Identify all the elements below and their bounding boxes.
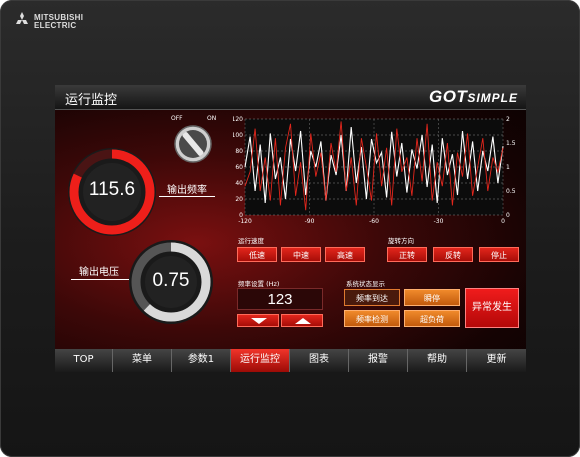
screen-header: 运行监控 GOTSIMPLE [55, 85, 526, 110]
freq-increase-button[interactable] [281, 314, 323, 327]
screen-title: 运行监控 [65, 93, 118, 108]
got-simple-logo: GOTSIMPLE [429, 87, 518, 107]
freq-decrease-button[interactable] [237, 314, 279, 327]
voltage-label: 输出电压 [79, 267, 119, 278]
chart-ytick-right: 2 [506, 116, 510, 123]
freq-set-title-text: 频率设置 [238, 280, 264, 288]
brand-main: GOT [428, 87, 468, 106]
arrow-up-icon [295, 318, 311, 324]
speed-low-button[interactable]: 低速 [237, 247, 277, 262]
speed-mid-button[interactable]: 中速 [281, 247, 321, 262]
brand-line2: ELECTRIC [34, 21, 77, 30]
hmi-screen: 运行监控 GOTSIMPLE OFF ON 115.6 输出频率 0.75 输出… [55, 85, 526, 372]
mitsubishi-logo: MITSUBISHI ELECTRIC [14, 10, 134, 34]
frequency-leader-line [159, 196, 215, 197]
tab-menu[interactable]: 菜单 [113, 349, 172, 372]
chart-ytick-left: 100 [233, 132, 243, 139]
chart-ytick-right: 1.5 [506, 140, 516, 147]
brand-sub: SIMPLE [467, 91, 518, 105]
chart-ytick-left: 80 [235, 148, 243, 155]
instant-stop-lamp: 瞬停 [404, 289, 460, 306]
chart-ytick-left: 60 [235, 164, 243, 171]
frequency-value: 115.6 [88, 179, 136, 200]
chart-xtick: -120 [238, 218, 252, 225]
freq-set-unit: (Hz) [266, 280, 280, 288]
chart-ytick-left: 120 [233, 116, 243, 123]
tab-run-monitor[interactable]: 运行监控 [231, 349, 290, 372]
rotary-switch[interactable]: OFF ON [165, 115, 225, 163]
mitsubishi-diamonds-icon [16, 12, 28, 24]
voltage-leader-line [71, 279, 129, 280]
chart-xtick: -30 [434, 218, 444, 225]
speed-high-button[interactable]: 高速 [325, 247, 365, 262]
switch-on-label: ON [207, 115, 217, 122]
switch-off-label: OFF [171, 115, 183, 122]
trend-chart: 120100806040200-120 -90 -60 -30 021.510.50 [233, 116, 516, 225]
tab-param1[interactable]: 参数1 [172, 349, 231, 372]
tab-chart[interactable]: 图表 [290, 349, 349, 372]
output-frequency-gauge: 115.6 [65, 145, 159, 239]
stop-button[interactable]: 停止 [479, 247, 519, 262]
run-speed-title: 运行速度 [238, 237, 264, 245]
freq-detect-lamp: 频率检测 [344, 310, 400, 327]
chart-ytick-right: 0 [506, 212, 510, 219]
hmi-bezel: MITSUBISHI ELECTRIC 运行监控 GOTSIMPLE OFF O… [0, 0, 580, 457]
chart-xtick: -90 [305, 218, 315, 225]
alarm-button[interactable]: 异常发生 [465, 288, 519, 328]
tab-update[interactable]: 更新 [467, 349, 526, 372]
reverse-button[interactable]: 反转 [433, 247, 473, 262]
forward-button[interactable]: 正转 [387, 247, 427, 262]
freq-reached-lamp: 频率到达 [344, 289, 400, 306]
bottom-tab-bar: TOP 菜单 参数1 运行监控 图表 报警 帮助 更新 [55, 349, 526, 372]
rotary-knob-icon [174, 125, 212, 163]
frequency-set-input[interactable]: 123 [237, 288, 323, 310]
output-voltage-gauge: 0.75 [127, 238, 215, 326]
rotation-title: 旋转方向 [388, 237, 414, 245]
status-title: 系统状态显示 [346, 280, 385, 288]
tab-alarm[interactable]: 报警 [349, 349, 408, 372]
chart-ytick-right: 0.5 [506, 188, 516, 195]
chart-xtick: 0 [501, 218, 505, 225]
overload-lamp: 超负荷 [404, 310, 460, 327]
tab-help[interactable]: 帮助 [408, 349, 467, 372]
arrow-down-icon [251, 318, 267, 324]
chart-ytick-left: 20 [235, 196, 243, 203]
freq-set-title: 频率设置 (Hz) [238, 278, 279, 288]
tab-top[interactable]: TOP [55, 349, 113, 372]
chart-xtick: -60 [369, 218, 379, 225]
voltage-value: 0.75 [152, 270, 190, 291]
frequency-label: 输出频率 [167, 185, 207, 196]
chart-ytick-left: 40 [235, 180, 243, 187]
chart-ytick-right: 1 [506, 164, 510, 171]
